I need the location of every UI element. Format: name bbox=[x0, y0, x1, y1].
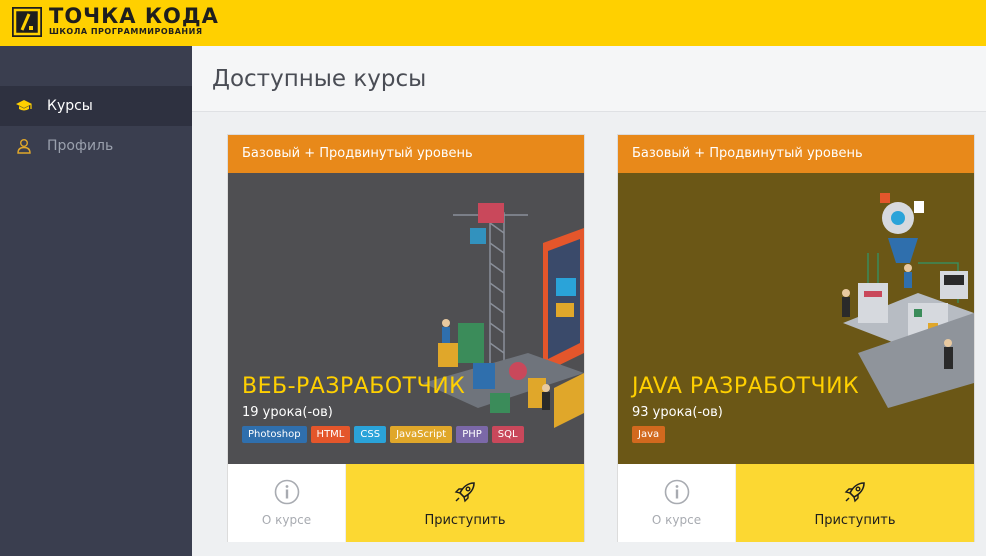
course-actions: О курсе Приступить bbox=[618, 464, 974, 542]
course-name: ВЕБ-РАЗРАБОТЧИК bbox=[242, 374, 466, 399]
tag: HTML bbox=[310, 426, 351, 443]
start-course-button[interactable]: Приступить bbox=[736, 464, 974, 542]
tag: CSS bbox=[354, 426, 387, 443]
brand-title: ТОЧКА КОДА bbox=[49, 4, 219, 28]
graduation-cap-icon bbox=[14, 96, 34, 116]
course-actions: О курсе Приступить bbox=[228, 464, 584, 542]
tag: Java bbox=[632, 426, 666, 443]
brand-logo[interactable]: ТОЧКА КОДА ШКОЛА ПРОГРАММИРОВАНИЯ bbox=[12, 6, 219, 37]
course-illustration: ВЕБ-РАЗРАБОТЧИК 19 урока(-ов) Photoshop … bbox=[228, 173, 584, 464]
course-lessons: 19 урока(-ов) bbox=[242, 405, 333, 420]
course-illustration: JAVA РАЗРАБОТЧИК 93 урока(-ов) Java bbox=[618, 173, 974, 464]
page-title: Доступные курсы bbox=[212, 66, 427, 92]
start-label: Приступить bbox=[814, 512, 896, 528]
about-course-button[interactable]: О курсе bbox=[228, 464, 346, 542]
course-tags: Java bbox=[632, 426, 666, 443]
about-label: О курсе bbox=[261, 513, 312, 527]
sidebar-item-label: Профиль bbox=[47, 138, 114, 154]
info-icon bbox=[274, 479, 299, 505]
sidebar-item-label: Курсы bbox=[47, 98, 93, 114]
rocket-icon bbox=[454, 481, 475, 502]
sidebar-item-courses[interactable]: Курсы bbox=[0, 86, 192, 126]
course-tags: Photoshop HTML CSS JavaScript PHP SQL bbox=[242, 426, 524, 443]
sidebar: Курсы Профиль bbox=[0, 46, 192, 556]
brand-subtitle: ШКОЛА ПРОГРАММИРОВАНИЯ bbox=[49, 27, 203, 36]
tag: SQL bbox=[491, 426, 524, 443]
top-header: ТОЧКА КОДА ШКОЛА ПРОГРАММИРОВАНИЯ bbox=[0, 0, 986, 46]
start-course-button[interactable]: Приступить bbox=[346, 464, 584, 542]
main-content: Доступные курсы Базовый + Продвинутый ур… bbox=[192, 46, 986, 556]
course-level: Базовый + Продвинутый уровень bbox=[228, 135, 584, 173]
page-header: Доступные курсы bbox=[192, 46, 986, 112]
user-icon bbox=[14, 136, 34, 156]
logo-mark-icon bbox=[12, 6, 42, 37]
tag: Photoshop bbox=[242, 426, 307, 443]
about-label: О курсе bbox=[651, 513, 702, 527]
start-label: Приступить bbox=[424, 512, 506, 528]
about-course-button[interactable]: О курсе bbox=[618, 464, 736, 542]
course-lessons: 93 урока(-ов) bbox=[632, 405, 723, 420]
course-card: Базовый + Продвинутый уровень bbox=[617, 134, 975, 542]
sidebar-item-profile[interactable]: Профиль bbox=[0, 126, 192, 166]
rocket-icon bbox=[844, 481, 865, 502]
course-level: Базовый + Продвинутый уровень bbox=[618, 135, 974, 173]
info-icon bbox=[664, 479, 689, 505]
tag: JavaScript bbox=[390, 426, 453, 443]
course-name: JAVA РАЗРАБОТЧИК bbox=[632, 374, 860, 399]
tag: PHP bbox=[456, 426, 488, 443]
course-card: Базовый + Продвинутый уровень bbox=[227, 134, 585, 542]
